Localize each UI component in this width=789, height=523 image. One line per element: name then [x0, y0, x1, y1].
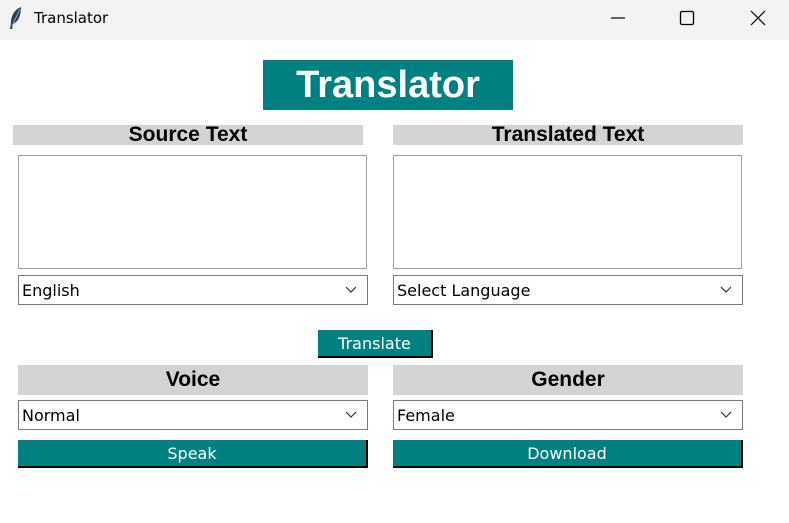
voice-label: Voice: [18, 365, 368, 395]
source-language-select[interactable]: English: [18, 275, 368, 305]
voice-label-text: Voice: [165, 368, 221, 391]
minimize-button[interactable]: [595, 0, 641, 36]
chevron-down-icon: [345, 286, 357, 293]
translated-text-label-text: Translated Text: [491, 123, 645, 146]
chevron-down-icon: [720, 411, 732, 418]
source-language-value: English: [22, 280, 80, 300]
chevron-down-icon: [345, 411, 357, 418]
gender-value: Female: [397, 405, 455, 425]
gender-select[interactable]: Female: [393, 400, 743, 430]
source-text-label-text: Source Text: [128, 123, 248, 146]
minimize-icon: [611, 17, 625, 19]
chevron-down-icon: [720, 286, 732, 293]
window-title: Translator: [34, 9, 109, 27]
target-language-value: Select Language: [397, 280, 531, 300]
translated-text-output[interactable]: [393, 155, 742, 269]
source-text-label: Source Text: [13, 123, 363, 146]
voice-select[interactable]: Normal: [18, 400, 368, 430]
target-language-select[interactable]: Select Language: [393, 275, 743, 305]
gender-label-text: Gender: [531, 368, 605, 391]
maximize-icon: [679, 10, 695, 26]
download-button[interactable]: Download: [393, 440, 743, 468]
voice-value: Normal: [22, 405, 80, 425]
translated-text-label: Translated Text: [393, 123, 743, 146]
app-heading: Translator: [263, 60, 513, 110]
close-button[interactable]: [735, 0, 781, 36]
feather-icon: [8, 6, 24, 30]
gender-label: Gender: [393, 365, 743, 395]
close-icon: [750, 10, 766, 26]
speak-button[interactable]: Speak: [18, 440, 368, 468]
source-text-input[interactable]: [18, 155, 367, 269]
maximize-button[interactable]: [664, 0, 710, 36]
title-bar: Translator: [0, 0, 789, 40]
translate-button[interactable]: Translate: [318, 330, 433, 358]
